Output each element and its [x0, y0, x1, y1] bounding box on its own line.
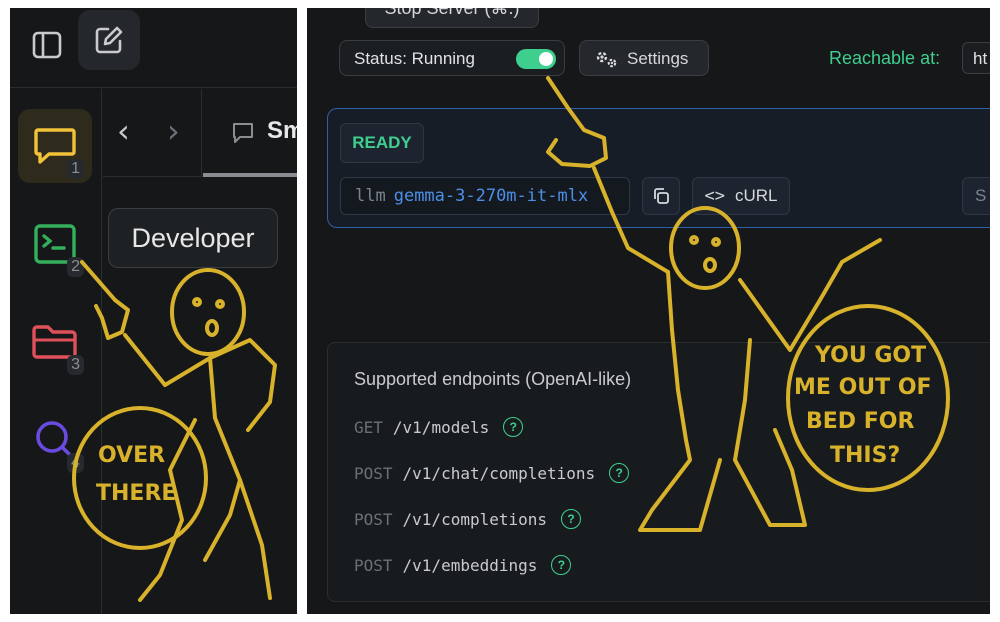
endpoint-method: POST	[354, 555, 393, 575]
top-toolbar	[10, 8, 297, 88]
model-name: gemma-3-270m-it-mlx	[393, 186, 589, 206]
new-chat-button[interactable]	[78, 10, 140, 70]
sidebar-toggle-button[interactable]	[18, 16, 76, 74]
rail-shortcut-number: 2	[67, 257, 84, 277]
gears-icon	[596, 51, 617, 68]
rail-item-developer[interactable]: 2	[18, 207, 92, 281]
tab-label: Sm	[267, 117, 297, 144]
endpoint-path: /v1/models	[392, 417, 490, 437]
rail-item-search[interactable]: 4	[18, 403, 92, 477]
rail-shortcut-number: 4	[67, 453, 84, 473]
endpoint-row: GET /v1/models ?	[354, 415, 524, 439]
endpoint-row: POST /v1/completions ?	[354, 507, 582, 531]
help-icon[interactable]: ?	[561, 509, 582, 529]
status-label: Status: Running	[354, 49, 475, 68]
settings-button[interactable]: Settings	[579, 40, 709, 76]
truncated-button[interactable]: S	[962, 177, 990, 215]
model-identifier-field[interactable]: llm gemma-3-270m-it-mlx	[340, 177, 630, 215]
endpoint-row: POST /v1/chat/completions ?	[354, 461, 630, 485]
endpoints-title: Supported endpoints (OpenAI-like)	[354, 369, 632, 389]
developer-tooltip: Developer	[108, 208, 278, 268]
reachable-label: Reachable at:	[829, 48, 941, 68]
rail-item-models[interactable]: 3	[18, 305, 92, 379]
developer-server-panel: Stop Server (⌘.) Status: Running Setting…	[307, 8, 990, 614]
server-toggle[interactable]	[516, 49, 556, 69]
model-prefix: llm	[355, 186, 386, 206]
code-icon: <>	[704, 186, 725, 206]
ready-badge: READY	[340, 123, 424, 163]
curl-button[interactable]: <> cURL	[692, 177, 790, 215]
endpoint-path: /v1/embeddings	[402, 555, 538, 575]
copy-button[interactable]	[642, 177, 680, 215]
help-icon[interactable]: ?	[609, 463, 630, 483]
stop-server-button[interactable]: Stop Server (⌘.)	[365, 8, 539, 28]
forward-button[interactable]: ›	[167, 111, 180, 151]
tab-chat[interactable]: Sm	[203, 89, 297, 177]
supported-endpoints-card: Supported endpoints (OpenAI-like) GET /v…	[327, 342, 990, 602]
loaded-model-card: READY llm gemma-3-270m-it-mlx <> cURL S	[327, 108, 990, 228]
server-url-field[interactable]: ht	[962, 42, 990, 74]
endpoint-method: POST	[354, 509, 393, 529]
toggle-knob	[539, 52, 553, 66]
compose-icon	[95, 26, 123, 54]
left-app-window: 1 2 3 4 ‹ › Sm Developer	[10, 8, 297, 614]
help-icon[interactable]: ?	[551, 555, 572, 575]
copy-icon	[654, 188, 669, 204]
chat-bubble-icon	[233, 123, 253, 143]
help-icon[interactable]: ?	[503, 417, 524, 437]
endpoint-method: POST	[354, 463, 393, 483]
back-button[interactable]: ‹	[117, 111, 130, 151]
endpoint-path: /v1/completions	[402, 509, 548, 529]
divider	[201, 89, 202, 177]
curl-label: cURL	[734, 186, 778, 205]
endpoint-path: /v1/chat/completions	[402, 463, 596, 483]
endpoint-row: POST /v1/embeddings ?	[354, 553, 572, 577]
tab-navbar: ‹ › Sm	[103, 89, 297, 177]
mode-rail: 1 2 3 4	[10, 89, 102, 614]
settings-label: Settings	[627, 49, 689, 68]
rail-shortcut-number: 1	[67, 159, 84, 179]
server-status-control: Status: Running	[339, 40, 565, 76]
rail-shortcut-number: 3	[67, 355, 84, 375]
endpoint-method: GET	[354, 417, 383, 437]
sidebar-icon	[32, 31, 62, 59]
rail-item-chat[interactable]: 1	[18, 109, 92, 183]
